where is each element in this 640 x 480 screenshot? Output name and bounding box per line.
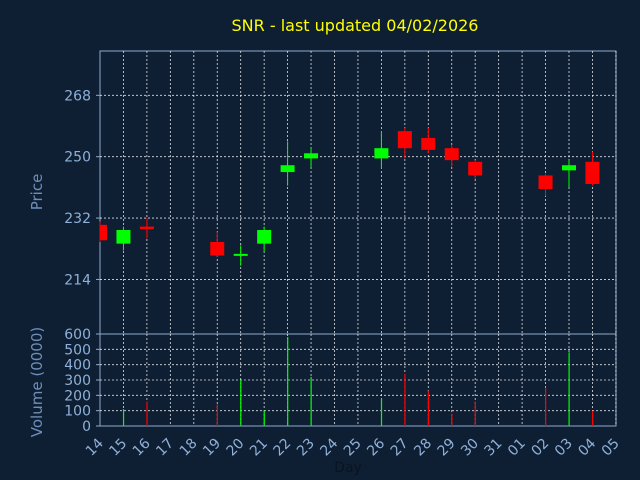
- volume-panel: 010020030040050060014 15 16 17 18 19 20 21 22 23 2…: [64, 327, 622, 459]
- candle-body: [233, 253, 248, 256]
- volume-y-tick-label: 0: [82, 419, 91, 435]
- volume-bar-30: [474, 401, 476, 426]
- price-axis-label: Price: [28, 174, 46, 211]
- x-tick-label: 15: [106, 436, 130, 460]
- candle-02: [538, 173, 553, 196]
- candle-29: [444, 144, 459, 167]
- candle-30: [468, 160, 483, 179]
- x-tick-label: 19: [200, 436, 224, 460]
- x-tick-label: 03: [552, 436, 576, 460]
- x-tick-label: 20: [224, 436, 248, 460]
- volume-y-tick-label: 200: [64, 388, 91, 404]
- candle-16: [139, 218, 154, 239]
- candle-body: [562, 165, 576, 171]
- candle-body: [468, 161, 483, 176]
- volume-y-tick-label: 500: [64, 342, 91, 358]
- candle-body: [257, 230, 272, 244]
- candle-body: [139, 226, 154, 229]
- price-y-tick-label: 268: [64, 88, 91, 104]
- candle-20: [233, 245, 248, 266]
- x-tick-label: 24: [317, 435, 341, 459]
- candle-23: [304, 148, 319, 167]
- volume-bar-27: [404, 373, 406, 426]
- volume-y-tick-label: 100: [64, 404, 91, 420]
- x-tick-label: 14: [83, 435, 107, 459]
- candle-body: [397, 131, 412, 149]
- x-axis-label: Day: [334, 460, 362, 476]
- x-tick-label: 05: [599, 436, 623, 460]
- volume-bar-02: [545, 387, 547, 426]
- candle-21: [257, 226, 272, 253]
- volume-axis-label: Volume (0000): [28, 327, 46, 437]
- x-tick-label: 01: [505, 436, 529, 460]
- price-y-tick-label: 232: [64, 211, 91, 227]
- volume-bar-15: [122, 409, 125, 426]
- volume-y-tick-label: 400: [64, 358, 91, 374]
- volume-bar-20: [240, 380, 242, 426]
- candle-22: [280, 141, 295, 186]
- price-panel: 214 232 250 268: [64, 50, 617, 335]
- candle-body: [210, 241, 225, 256]
- volume-bar-16: [146, 401, 148, 426]
- volume-bar-04: [591, 410, 594, 426]
- x-tick-label: 04: [575, 435, 599, 459]
- x-tick-label: 28: [411, 436, 435, 460]
- candle-19: [210, 231, 225, 258]
- x-tick-label: 21: [247, 436, 271, 460]
- x-tick-label: 29: [435, 436, 459, 460]
- x-tick-label: 30: [458, 436, 482, 460]
- volume-bar-19: [216, 404, 218, 426]
- candle-body: [421, 137, 436, 150]
- volume-y-tick-label: 600: [64, 327, 91, 343]
- volume-bar-28: [427, 390, 429, 426]
- candle-28: [421, 127, 436, 154]
- volume-bar-23: [310, 376, 312, 426]
- candle-body: [444, 148, 459, 161]
- volume-y-tick-label: 300: [64, 373, 91, 389]
- candle-14: [99, 221, 107, 242]
- candle-body: [304, 153, 319, 159]
- chart-title: SNR - last updated 04/02/2026: [232, 16, 479, 35]
- candle-26: [374, 131, 389, 169]
- candle-03: [562, 160, 576, 188]
- candle-body: [280, 165, 295, 173]
- volume-bar-03: [568, 352, 570, 426]
- volume-bar-26: [380, 398, 383, 426]
- price-y-tick-label: 250: [64, 150, 91, 166]
- x-tick-label: 26: [364, 435, 388, 459]
- candle-body: [374, 148, 389, 159]
- x-tick-label: 25: [341, 436, 365, 460]
- price-y-tick-label: 214: [64, 272, 91, 288]
- x-tick-label: 16: [130, 435, 154, 459]
- candle-body: [538, 175, 553, 190]
- x-tick-label: 27: [388, 436, 412, 460]
- candle-body: [100, 224, 107, 241]
- x-tick-label: 17: [153, 436, 177, 460]
- candle-body: [116, 230, 131, 244]
- x-tick-label: 02: [528, 436, 552, 460]
- candle-27: [397, 127, 412, 159]
- volume-bar-21: [263, 410, 265, 426]
- candle-15: [116, 226, 131, 251]
- volume-bar-22: [287, 337, 289, 426]
- volume-bar-29: [451, 413, 453, 426]
- x-tick-label: 31: [482, 436, 506, 460]
- candle-body: [585, 161, 600, 184]
- x-tick-label: 22: [271, 436, 295, 460]
- x-tick-label: 18: [177, 436, 201, 460]
- stock-chart: SNR - last updated 04/02/2026 2142322502…: [28, 16, 623, 476]
- x-tick-label: 23: [294, 436, 318, 460]
